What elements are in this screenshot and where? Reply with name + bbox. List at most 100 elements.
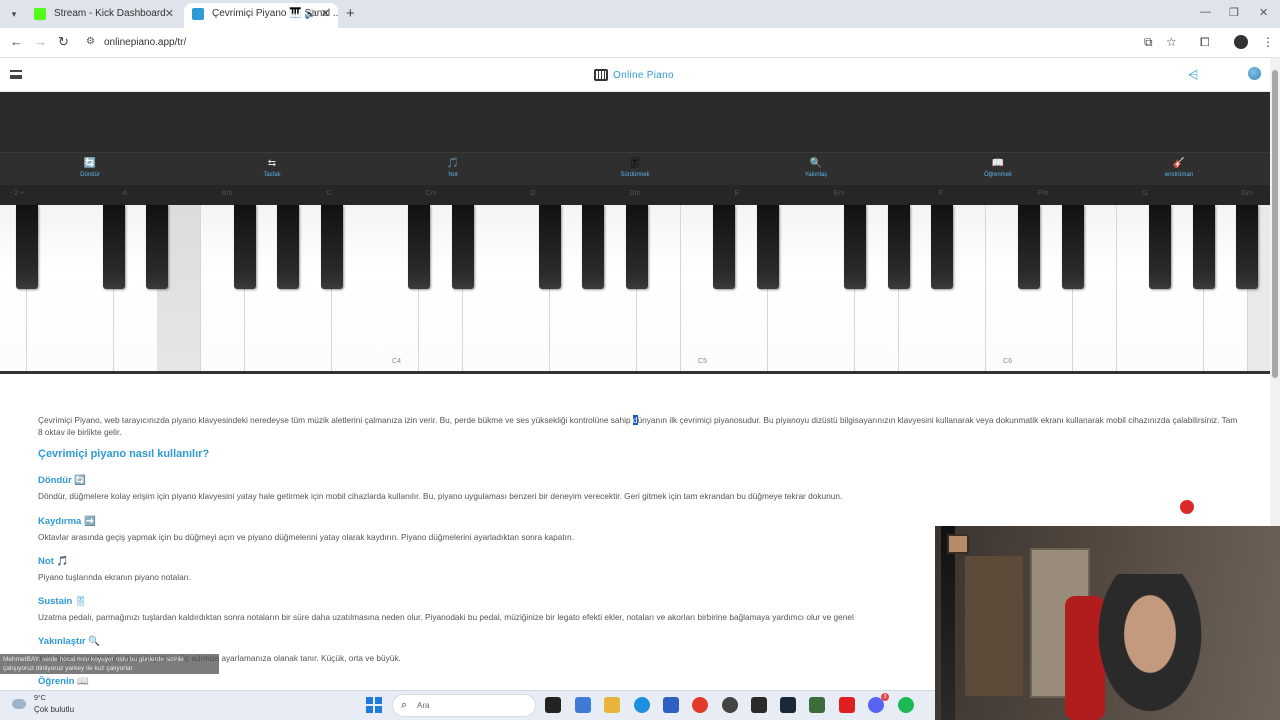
profile-avatar[interactable]: [1234, 35, 1248, 49]
tab-title: Çevrimiçi Piyano 🎹 Sanal ...: [212, 8, 338, 19]
share-icon[interactable]: ⩤: [1188, 67, 1198, 83]
tab-title: Stream - Kick Dashboard: [54, 8, 166, 19]
forward-icon[interactable]: →: [34, 34, 47, 49]
taskbar-search[interactable]: ⌕ Ara: [392, 694, 536, 717]
section-rotate-text: Döndür, düğmelere kolay erişim için piya…: [38, 491, 843, 501]
black-key[interactable]: [844, 205, 866, 289]
section-learn-title: Öğrenin 📖: [38, 676, 89, 687]
octave-shift-control[interactable]: - 2 +: [2, 190, 32, 197]
black-key[interactable]: [452, 205, 474, 289]
section-sustain-text: Uzatma pedalı, parmağınızı tuşlardan kal…: [38, 612, 854, 622]
instrument-button[interactable]: 🎸 enstrüman: [1149, 157, 1209, 178]
hamburger-menu-icon[interactable]: [10, 70, 22, 79]
minimize-icon[interactable]: —: [1200, 6, 1211, 18]
black-key[interactable]: [888, 205, 910, 289]
restore-icon[interactable]: ❐: [1229, 6, 1239, 19]
scroll-button[interactable]: ⇆ Tasfalı: [242, 157, 302, 178]
site-info-icon[interactable]: ⚙: [86, 36, 95, 47]
black-key[interactable]: [1018, 205, 1040, 289]
terminal-app-icon[interactable]: [545, 697, 561, 713]
black-key[interactable]: [931, 205, 953, 289]
note-button[interactable]: 🎵 Not: [423, 157, 483, 178]
new-tab-button[interactable]: +: [346, 5, 355, 22]
chord-button[interactable]: A: [110, 190, 140, 197]
black-key[interactable]: [146, 205, 168, 289]
black-key[interactable]: [582, 205, 604, 289]
black-key[interactable]: [408, 205, 430, 289]
black-key[interactable]: [539, 205, 561, 289]
youtube-app-icon[interactable]: [839, 697, 855, 713]
weather-temperature[interactable]: 9°C: [34, 695, 46, 702]
weather-cloud-icon[interactable]: [12, 699, 26, 709]
steam-app-icon[interactable]: [780, 697, 796, 713]
edge-browser-icon[interactable]: [634, 697, 650, 713]
close-tab-icon[interactable]: ✕: [165, 3, 174, 25]
windows-start-icon[interactable]: [366, 697, 382, 713]
store-app-icon[interactable]: [663, 697, 679, 713]
language-globe-icon[interactable]: [1248, 67, 1261, 80]
close-tab-icon[interactable]: ✕: [321, 3, 330, 25]
octave-label: C5: [698, 358, 707, 365]
chord-button[interactable]: Fm: [1028, 190, 1058, 197]
black-key[interactable]: [713, 205, 735, 289]
weather-description[interactable]: Çok bulutlu: [34, 705, 74, 714]
sustain-button[interactable]: 🎚 Sürdürmek: [605, 157, 665, 178]
chrome-browser-icon[interactable]: [692, 697, 708, 713]
browser-menu-icon[interactable]: ⋮: [1262, 35, 1274, 49]
chord-button[interactable]: E: [722, 190, 752, 197]
black-key[interactable]: [1193, 205, 1215, 289]
learn-label: Öğrenmek: [983, 172, 1012, 178]
black-key[interactable]: [1062, 205, 1084, 289]
game-app-icon[interactable]: [809, 697, 825, 713]
chord-button[interactable]: Gm: [1232, 190, 1262, 197]
chord-button[interactable]: Em: [824, 190, 854, 197]
swap-arrows-icon: ⇆: [267, 158, 277, 169]
black-key[interactable]: [277, 205, 299, 289]
obs-app-icon[interactable]: [722, 697, 738, 713]
black-key[interactable]: [626, 205, 648, 289]
black-key[interactable]: [16, 205, 38, 289]
learn-icon: 📖: [991, 158, 1005, 169]
chord-button[interactable]: Am: [212, 190, 242, 197]
chord-button[interactable]: G: [1130, 190, 1160, 197]
zoom-button[interactable]: 🔍 Yakınlaş: [786, 157, 846, 178]
chord-button[interactable]: Cm: [416, 190, 446, 197]
spotify-app-icon[interactable]: [898, 697, 914, 713]
address-bar[interactable]: ⚙ onlinepiano.app/tr/: [80, 31, 1180, 55]
file-explorer-icon[interactable]: [604, 697, 620, 713]
tab-kick-dashboard[interactable]: Stream - Kick Dashboard ✕: [26, 3, 182, 28]
bookmark-star-icon[interactable]: ☆: [1166, 35, 1177, 49]
tab-online-piano[interactable]: Çevrimiçi Piyano 🎹 Sanal ... 🔊 ✕: [184, 3, 338, 28]
audio-playing-icon[interactable]: 🔊: [305, 3, 316, 25]
close-window-icon[interactable]: ✕: [1259, 6, 1268, 19]
search-placeholder: Ara: [417, 701, 430, 710]
chord-button[interactable]: F: [926, 190, 956, 197]
black-key[interactable]: [234, 205, 256, 289]
site-logo[interactable]: Online Piano: [594, 69, 674, 81]
install-app-icon[interactable]: ⧉: [1144, 35, 1153, 50]
rotate-button[interactable]: 🔄 Döndür: [60, 157, 120, 178]
black-key[interactable]: [321, 205, 343, 289]
chord-button[interactable]: D: [518, 190, 548, 197]
section-zoom-title: Yakınlaştır 🔍: [38, 636, 101, 647]
how-to-heading: Çevrimiçi piyano nasıl kullanılır?: [38, 448, 210, 460]
black-key[interactable]: [757, 205, 779, 289]
rotate-label: Döndür: [80, 172, 100, 178]
scroll-thumb[interactable]: [1272, 70, 1278, 378]
chord-button[interactable]: Dm: [620, 190, 650, 197]
reload-icon[interactable]: ↻: [58, 34, 69, 50]
extensions-icon[interactable]: ⧠: [1200, 35, 1210, 50]
music-note-icon: 🎵: [446, 158, 460, 169]
copilot-app-icon[interactable]: [575, 697, 591, 713]
black-key[interactable]: [103, 205, 125, 289]
tab-search-button[interactable]: ▾: [6, 6, 22, 22]
floating-app-badge[interactable]: [1180, 500, 1194, 514]
learn-button[interactable]: 📖 Öğrenmek: [968, 157, 1028, 178]
back-icon[interactable]: ←: [10, 34, 23, 49]
capcut-app-icon[interactable]: [751, 697, 767, 713]
chord-button[interactable]: C: [314, 190, 344, 197]
black-key[interactable]: [1149, 205, 1171, 289]
zoom-label: Yakınlaş: [804, 172, 828, 178]
url-text[interactable]: onlinepiano.app/tr/: [104, 37, 186, 48]
black-key[interactable]: [1236, 205, 1258, 289]
